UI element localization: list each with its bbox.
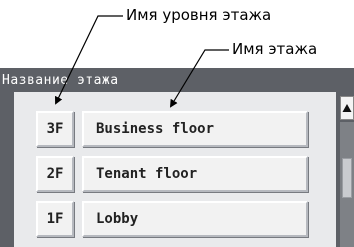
floor-level-button-2f[interactable]: 2F bbox=[36, 156, 74, 192]
callout-floor-name: Имя этажа bbox=[232, 40, 318, 58]
floor-name-button-1f[interactable]: Lobby bbox=[82, 201, 308, 237]
floor-name-button-2f[interactable]: Tenant floor bbox=[82, 156, 308, 192]
scroll-thumb[interactable] bbox=[342, 158, 352, 198]
floor-name-button-3f[interactable]: Business floor bbox=[82, 111, 308, 147]
callout-floor-level-name: Имя уровня этажа bbox=[126, 6, 272, 24]
triangle-up-icon bbox=[342, 104, 352, 112]
screen-title: Название этажа bbox=[2, 73, 119, 88]
floor-level-button-1f[interactable]: 1F bbox=[36, 201, 74, 237]
floor-level-button-3f[interactable]: 3F bbox=[36, 111, 74, 147]
scroll-up-button[interactable] bbox=[340, 96, 354, 120]
